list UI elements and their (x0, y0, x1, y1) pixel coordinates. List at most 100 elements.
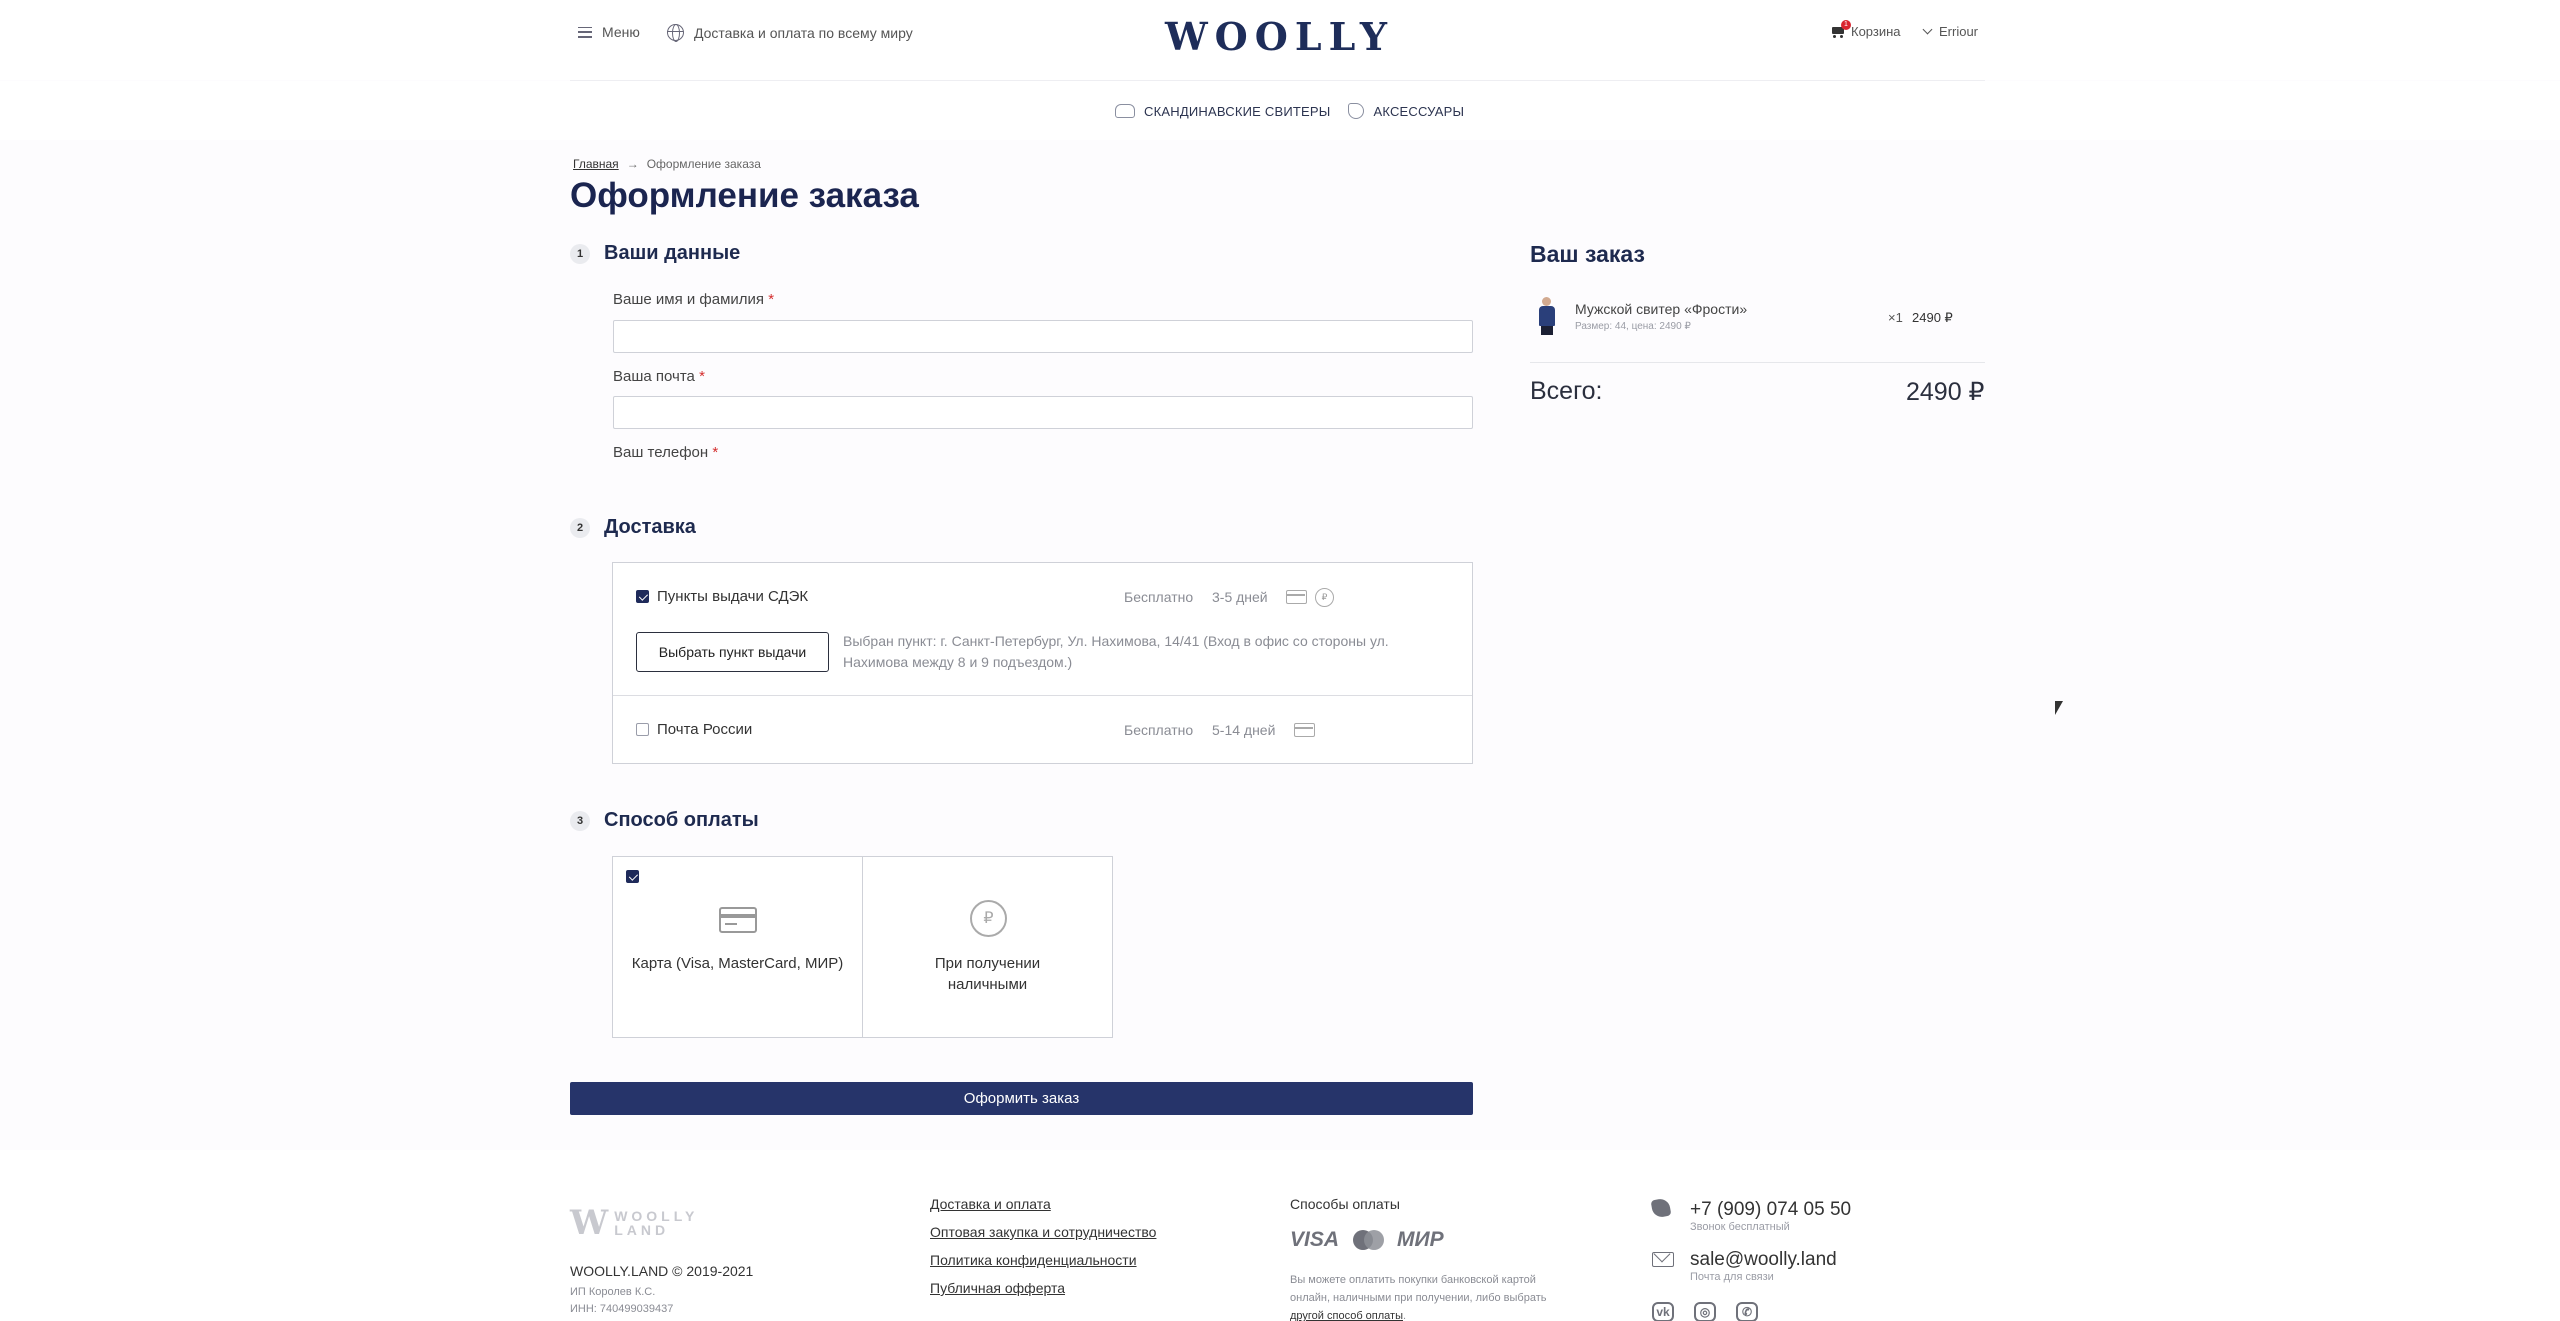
footer-link-privacy[interactable]: Политика конфиденциальности (930, 1252, 1156, 1268)
category-nav: СКАНДИНАВСКИЕ СВИТЕРЫ АКСЕССУАРЫ (0, 81, 2560, 140)
cart-link[interactable]: 1 Корзина (1831, 20, 1901, 39)
delivery-days: 5-14 дней (1212, 722, 1276, 738)
breadcrumb: Главная → Оформление заказа (573, 157, 761, 171)
page-title: Оформление заказа (570, 176, 919, 215)
footer-logo[interactable]: W WOOLLY LAND (570, 1203, 698, 1243)
picked-address: Выбран пункт: г. Санкт-Петербург, Ул. На… (843, 633, 1389, 670)
cart-icon: 1 (1831, 20, 1851, 39)
menu-label: Меню (602, 24, 640, 40)
phone-note: Звонок бесплатный (1690, 1221, 1790, 1233)
name-label-text: Ваше имя и фамилия (613, 291, 765, 308)
step-delivery: 2 Доставка (570, 516, 696, 539)
user-menu[interactable]: Erriour (1922, 24, 1979, 39)
phone-label-text: Ваш телефон (613, 444, 709, 461)
step-title: Ваши данные (604, 242, 741, 264)
breadcrumb-home-link[interactable]: Главная (573, 157, 619, 171)
phone-number: +7 (909) 074 05 50 (1690, 1199, 1852, 1220)
user-name: Erriour (1939, 24, 1979, 39)
delivery-name: Почта России (657, 721, 753, 738)
footer-link-wholesale[interactable]: Оптовая закупка и сотрудничество (930, 1224, 1156, 1240)
mitten-icon (1348, 103, 1365, 119)
card-payment-checkbox[interactable] (626, 870, 639, 883)
footer-phone[interactable]: +7 (909) 074 05 50 Звонок бесплатный (1650, 1197, 1851, 1233)
menu-button[interactable]: Меню (578, 24, 640, 40)
delivery-price: Бесплатно (1124, 722, 1194, 738)
category-label: АКСЕССУАРЫ (1373, 103, 1465, 119)
legal-inn: ИНН: 740499039437 (570, 1303, 674, 1315)
mir-logo: МИР (1397, 1228, 1444, 1251)
step-number: 1 (570, 243, 590, 264)
phone-block: +7 (909) 074 05 50 Звонок бесплатный (1690, 1199, 1851, 1233)
delivery-name: Пункты выдачи СДЭК (657, 588, 809, 605)
logo-wordmark: WOOLLY LAND (614, 1209, 698, 1237)
social-links: vk ◎ ✆ (1652, 1302, 1758, 1321)
payment-option-card[interactable]: Карта (Visa, MasterCard, МИР) (612, 856, 863, 1038)
other-payment-link[interactable]: другой способ оплаты (1290, 1310, 1403, 1321)
cash-coin-icon: ₽ (970, 900, 1007, 937)
category-sweaters[interactable]: СКАНДИНАВСКИЕ СВИТЕРЫ (1115, 103, 1330, 119)
order-item-name: Мужской свитер «Фрости» (1575, 301, 1748, 317)
checkout-page: Меню Доставка и оплата по всему миру WOO… (0, 0, 2560, 1321)
choose-pickup-point-button[interactable]: Выбрать пункт выдачи (636, 632, 829, 672)
payments-text-body: Вы можете оплатить покупки банковской ка… (1290, 1274, 1547, 1304)
shipping-link[interactable]: Доставка и оплата по всему миру (667, 24, 913, 42)
russian-post-checkbox[interactable] (636, 723, 649, 736)
total-value: 2490 ₽ (1906, 378, 1985, 406)
phone-label: Ваш телефон * (613, 444, 718, 461)
product-thumbnail[interactable] (1536, 297, 1558, 335)
place-order-button[interactable]: Оформить заказ (570, 1082, 1473, 1115)
payments-title: Способы оплаты (1290, 1196, 1400, 1212)
order-item-price: 2490 ₽ (1912, 310, 1953, 325)
name-input[interactable] (613, 320, 1473, 353)
order-title: Ваш заказ (1530, 241, 1645, 267)
footer-link-offer[interactable]: Публичная офферта (930, 1280, 1156, 1296)
hamburger-icon (578, 26, 592, 38)
whatsapp-icon[interactable]: ✆ (1736, 1302, 1758, 1321)
step-number: 3 (570, 810, 590, 831)
payment-label: При получении наличными (934, 955, 1041, 993)
email-address: sale@woolly.land (1690, 1249, 1837, 1270)
name-label: Ваше имя и фамилия * (613, 291, 774, 308)
cash-coin-icon: ₽ (1315, 588, 1334, 607)
email-input[interactable] (613, 396, 1473, 429)
category-accessories[interactable]: АКСЕССУАРЫ (1348, 103, 1464, 119)
delivery-option-russian-post[interactable]: Почта России Бесплатно 5-14 дней (613, 696, 1472, 763)
footer-links: Доставка и оплата Оптовая закупка и сотр… (930, 1196, 1156, 1296)
cdek-checkbox[interactable] (636, 590, 649, 603)
credit-card-icon (719, 907, 757, 933)
email-label-text: Ваша почта (613, 368, 695, 385)
delivery-days: 3-5 дней (1212, 589, 1268, 605)
step-title: Доставка (604, 516, 696, 538)
cart-count-badge: 1 (1841, 20, 1851, 30)
payment-option-cash[interactable]: ₽ При получении наличными (862, 856, 1113, 1038)
step-personal-data: 1 Ваши данные (570, 242, 740, 265)
order-item-details: Размер: 44, цена: 2490 ₽ (1575, 321, 1691, 332)
card-icon (1286, 590, 1307, 604)
visa-logo: VISA (1290, 1228, 1340, 1251)
delivery-price: Бесплатно (1124, 589, 1194, 605)
email-note: Почта для связи (1690, 1271, 1774, 1283)
copyright: WOOLLY.LAND © 2019-2021 (570, 1263, 754, 1279)
total-label: Всего: (1530, 377, 1603, 405)
chevron-down-icon (1922, 24, 1933, 35)
instagram-icon[interactable]: ◎ (1694, 1302, 1716, 1321)
site-header: Меню Доставка и оплата по всему миру WOO… (0, 0, 2560, 80)
payment-label: Карта (Visa, MasterCard, МИР) (631, 955, 844, 972)
delivery-option-cdek[interactable]: Пункты выдачи СДЭК Бесплатно 3-5 дней ₽ … (613, 563, 1472, 695)
order-item-qty: ×1 (1888, 310, 1903, 325)
step-payment: 3 Способ оплаты (570, 809, 759, 832)
mastercard-logo (1353, 1230, 1385, 1250)
logo-mark: W (570, 1203, 609, 1243)
breadcrumb-current: Оформление заказа (646, 157, 761, 171)
site-logo[interactable]: WOOLLY (1165, 14, 1394, 59)
category-label: СКАНДИНАВСКИЕ СВИТЕРЫ (1144, 103, 1331, 119)
email-block: sale@woolly.land Почта для связи (1690, 1249, 1837, 1283)
payment-logos: VISA МИР (1290, 1228, 1444, 1252)
footer-email[interactable]: sale@woolly.land Почта для связи (1652, 1249, 1837, 1283)
cart-label: Корзина (1851, 24, 1901, 39)
globe-icon (667, 24, 684, 42)
breadcrumb-separator: → (626, 157, 639, 171)
logo-bottom: LAND (614, 1222, 670, 1238)
vk-icon[interactable]: vk (1652, 1302, 1674, 1321)
footer-link-delivery[interactable]: Доставка и оплата (930, 1196, 1156, 1212)
